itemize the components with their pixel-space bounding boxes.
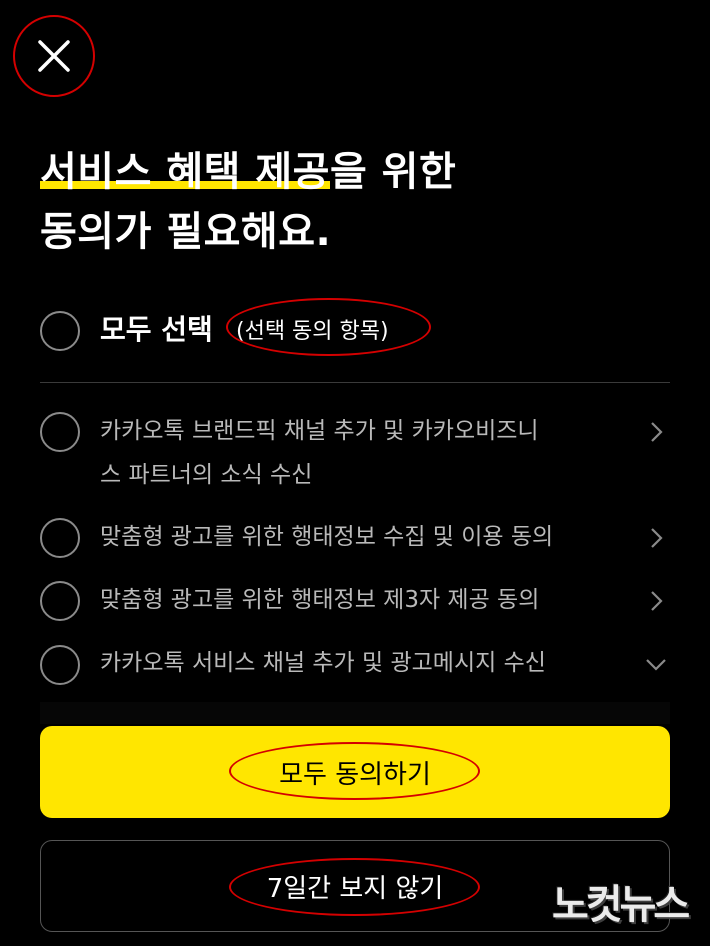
consent-item-radio-3[interactable] (40, 581, 80, 621)
chevron-right-icon[interactable] (644, 526, 668, 550)
consent-item-label-2[interactable]: 맞춤형 광고를 위한 행태정보 수집 및 이용 동의 (100, 515, 553, 559)
title-line1-rest: 을 위한 (329, 149, 457, 195)
consent-item-radio-4[interactable] (40, 645, 80, 685)
close-button[interactable] (22, 24, 86, 88)
agree-all-label: 모두 동의하기 (279, 759, 431, 790)
consent-item-label-1[interactable]: 카카오톡 브랜드픽 채널 추가 및 카카오비즈니 스 파트너의 소식 수신 (100, 409, 539, 497)
select-all-label[interactable]: 모두 선택 (100, 308, 213, 348)
page-title: 서비스 혜택 제공을 위한 동의가 필요해요. (40, 142, 456, 262)
title-highlight: 서비스 혜택 제공 (40, 149, 330, 195)
consent-item-label-1-line1: 카카오톡 브랜드픽 채널 추가 및 카카오비즈니 (100, 418, 539, 444)
chevron-down-icon[interactable] (644, 652, 668, 676)
consent-item-radio-1[interactable] (40, 412, 80, 452)
consent-item-label-1-line2: 스 파트너의 소식 수신 (100, 462, 313, 488)
select-all-sublabel: (선택 동의 항목) (236, 319, 389, 344)
news-watermark-logo: 노컷뉴스 (552, 882, 690, 928)
agree-all-button[interactable]: 모두 동의하기 (40, 726, 670, 818)
title-line2: 동의가 필요해요. (40, 209, 332, 255)
skip-7days-label: 7일간 보지 않기 (266, 873, 444, 904)
select-all-radio[interactable] (40, 311, 80, 351)
consent-item-radio-2[interactable] (40, 518, 80, 558)
consent-item-label-4[interactable]: 카카오톡 서비스 채널 추가 및 광고메시지 수신 (100, 641, 546, 685)
scroll-fade (40, 702, 670, 724)
chevron-right-icon[interactable] (644, 420, 668, 444)
chevron-right-icon[interactable] (644, 589, 668, 613)
close-icon (38, 40, 70, 72)
consent-item-label-3[interactable]: 맞춤형 광고를 위한 행태정보 제3자 제공 동의 (100, 578, 539, 622)
divider (40, 382, 670, 383)
